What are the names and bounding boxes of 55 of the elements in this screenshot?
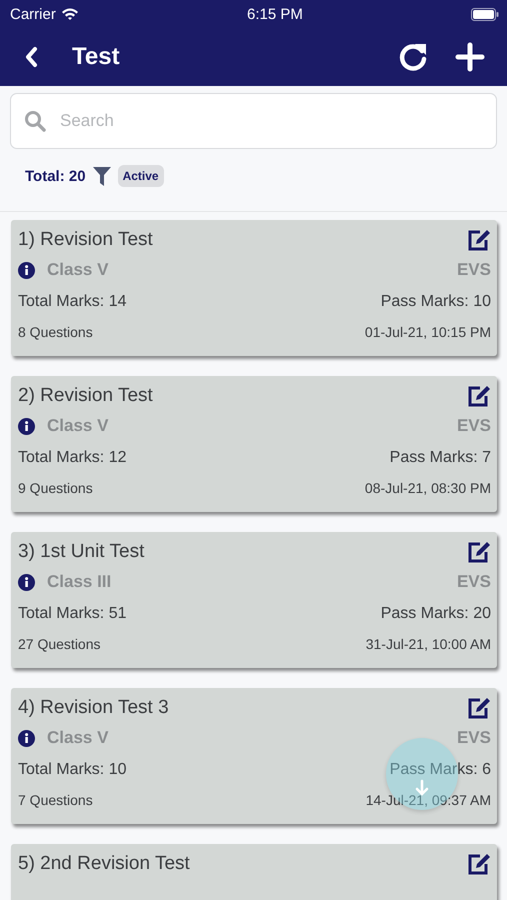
test-title: 4) Revision Test 3: [18, 697, 169, 719]
test-date: 31-Jul-21, 10:00 AM: [366, 636, 491, 652]
subject-label: EVS: [456, 572, 491, 592]
question-count: 7 Questions: [18, 792, 93, 808]
info-icon[interactable]: [18, 262, 35, 278]
test-date: 14-Jul-21, 09:37 AM: [366, 792, 491, 808]
subject-label: EVS: [456, 260, 491, 280]
pass-marks: Pass Marks: 10: [380, 293, 491, 311]
info-icon[interactable]: [18, 574, 35, 590]
subject-label: EVS: [456, 416, 491, 436]
filter-tag: Active: [118, 165, 164, 187]
edit-icon[interactable]: [467, 229, 491, 251]
test-card[interactable]: 2) Revision Test Class V EVS Total Marks: 12 Pass Marks: 7 9 Questions 08-Jul-21, 08:30 PM: [11, 376, 497, 512]
total-marks: Total Marks: 12: [18, 449, 126, 467]
class-label: Class V: [47, 416, 108, 436]
test-date: 01-Jul-21, 10:15 PM: [364, 324, 491, 340]
total-marks: Total Marks: 51: [18, 605, 126, 623]
pass-marks: Pass Marks: 20: [380, 605, 491, 623]
question-count: 9 Questions: [18, 480, 93, 496]
test-card[interactable]: 3) 1st Unit Test Class III EVS Total Marks: 51 Pass Marks: 20 27 Questions 31-Jul-21, 10:00 AM: [11, 532, 497, 668]
edit-icon[interactable]: [467, 697, 491, 719]
filter-icon[interactable]: [92, 165, 112, 187]
carrier-text: Carrier: [10, 6, 56, 22]
edit-icon[interactable]: [467, 385, 491, 407]
subject-label: EVS: [456, 728, 491, 748]
back-icon[interactable]: [24, 46, 38, 68]
search-field[interactable]: Search: [10, 93, 497, 149]
question-count: 27 Questions: [18, 636, 100, 652]
test-title: 5) 2nd Revision Test: [18, 853, 190, 875]
test-title: 1) Revision Test: [18, 229, 153, 251]
total-marks: Total Marks: 10: [18, 761, 126, 779]
class-label: Class V: [47, 260, 108, 280]
add-icon[interactable]: [455, 42, 485, 72]
test-date: 08-Jul-21, 08:30 PM: [364, 480, 491, 496]
class-label: Class V: [47, 728, 108, 748]
test-card[interactable]: 1) Revision Test Class V EVS Total Marks: 14 Pass Marks: 10 8 Questions 01-Jul-21, 10:15 PM: [11, 220, 497, 356]
test-title: 3) 1st Unit Test: [18, 541, 144, 563]
total-marks: Total Marks: 14: [18, 293, 126, 311]
info-icon[interactable]: [18, 730, 35, 746]
battery-icon: [471, 8, 499, 20]
pass-marks: Pass Marks: 7: [390, 449, 491, 467]
question-count: 8 Questions: [18, 324, 93, 340]
class-label: Class III: [47, 572, 112, 592]
refresh-icon[interactable]: [397, 41, 429, 73]
info-icon[interactable]: [18, 418, 35, 434]
screen-title: Test: [72, 43, 121, 71]
test-card[interactable]: 5) 2nd Revision Test: [11, 844, 497, 900]
test-card[interactable]: 4) Revision Test 3 Class V EVS Total Marks: 10 Pass Marks: 6 7 Questions 14-Jul-21, 09:37 AM: [11, 688, 497, 824]
total-count: Total: 20: [25, 168, 86, 184]
pass-marks: Pass Marks: 6: [390, 761, 491, 779]
test-title: 2) Revision Test: [18, 385, 153, 407]
edit-icon[interactable]: [467, 853, 491, 875]
wifi-icon: [60, 7, 79, 21]
edit-icon[interactable]: [467, 541, 491, 563]
clock-text: 6:15 PM: [246, 6, 303, 22]
